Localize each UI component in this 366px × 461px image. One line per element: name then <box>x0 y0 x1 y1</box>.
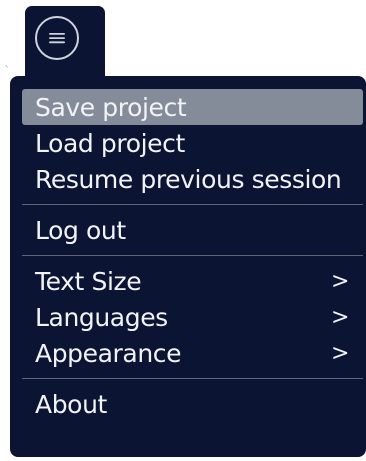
background-mark: ` <box>4 65 11 80</box>
menu-item-save-project[interactable]: Save project <box>22 89 363 125</box>
chevron-right-icon: > <box>330 268 349 294</box>
app-stage: ` Save project Load project Resume previ… <box>0 0 366 461</box>
menu-item-log-out[interactable]: Log out <box>22 212 363 248</box>
menu-divider <box>22 378 363 379</box>
menu-item-label: Languages <box>35 302 168 332</box>
dropdown-menu: Save project Load project Resume previou… <box>10 76 366 457</box>
menu-item-about[interactable]: About <box>22 386 363 422</box>
menu-divider <box>22 204 363 205</box>
menu-item-label: About <box>35 389 107 419</box>
chevron-right-icon: > <box>330 304 349 330</box>
menu-item-label: Log out <box>35 215 126 245</box>
hamburger-icon <box>49 33 65 44</box>
menu-item-text-size[interactable]: Text Size > <box>22 263 363 299</box>
menu-item-languages[interactable]: Languages > <box>22 299 363 335</box>
menu-item-label: Text Size <box>35 266 142 296</box>
menu-item-label: Appearance <box>35 338 182 368</box>
chevron-right-icon: > <box>330 340 349 366</box>
menu-item-label: Resume previous session <box>35 164 342 194</box>
menu-item-label: Save project <box>35 92 187 122</box>
menu-toggle-button[interactable] <box>35 16 79 60</box>
menu-divider <box>22 255 363 256</box>
menu-item-resume-session[interactable]: Resume previous session <box>22 161 363 197</box>
menu-item-appearance[interactable]: Appearance > <box>22 335 363 371</box>
menu-item-load-project[interactable]: Load project <box>22 125 363 161</box>
menu-item-label: Load project <box>35 128 185 158</box>
